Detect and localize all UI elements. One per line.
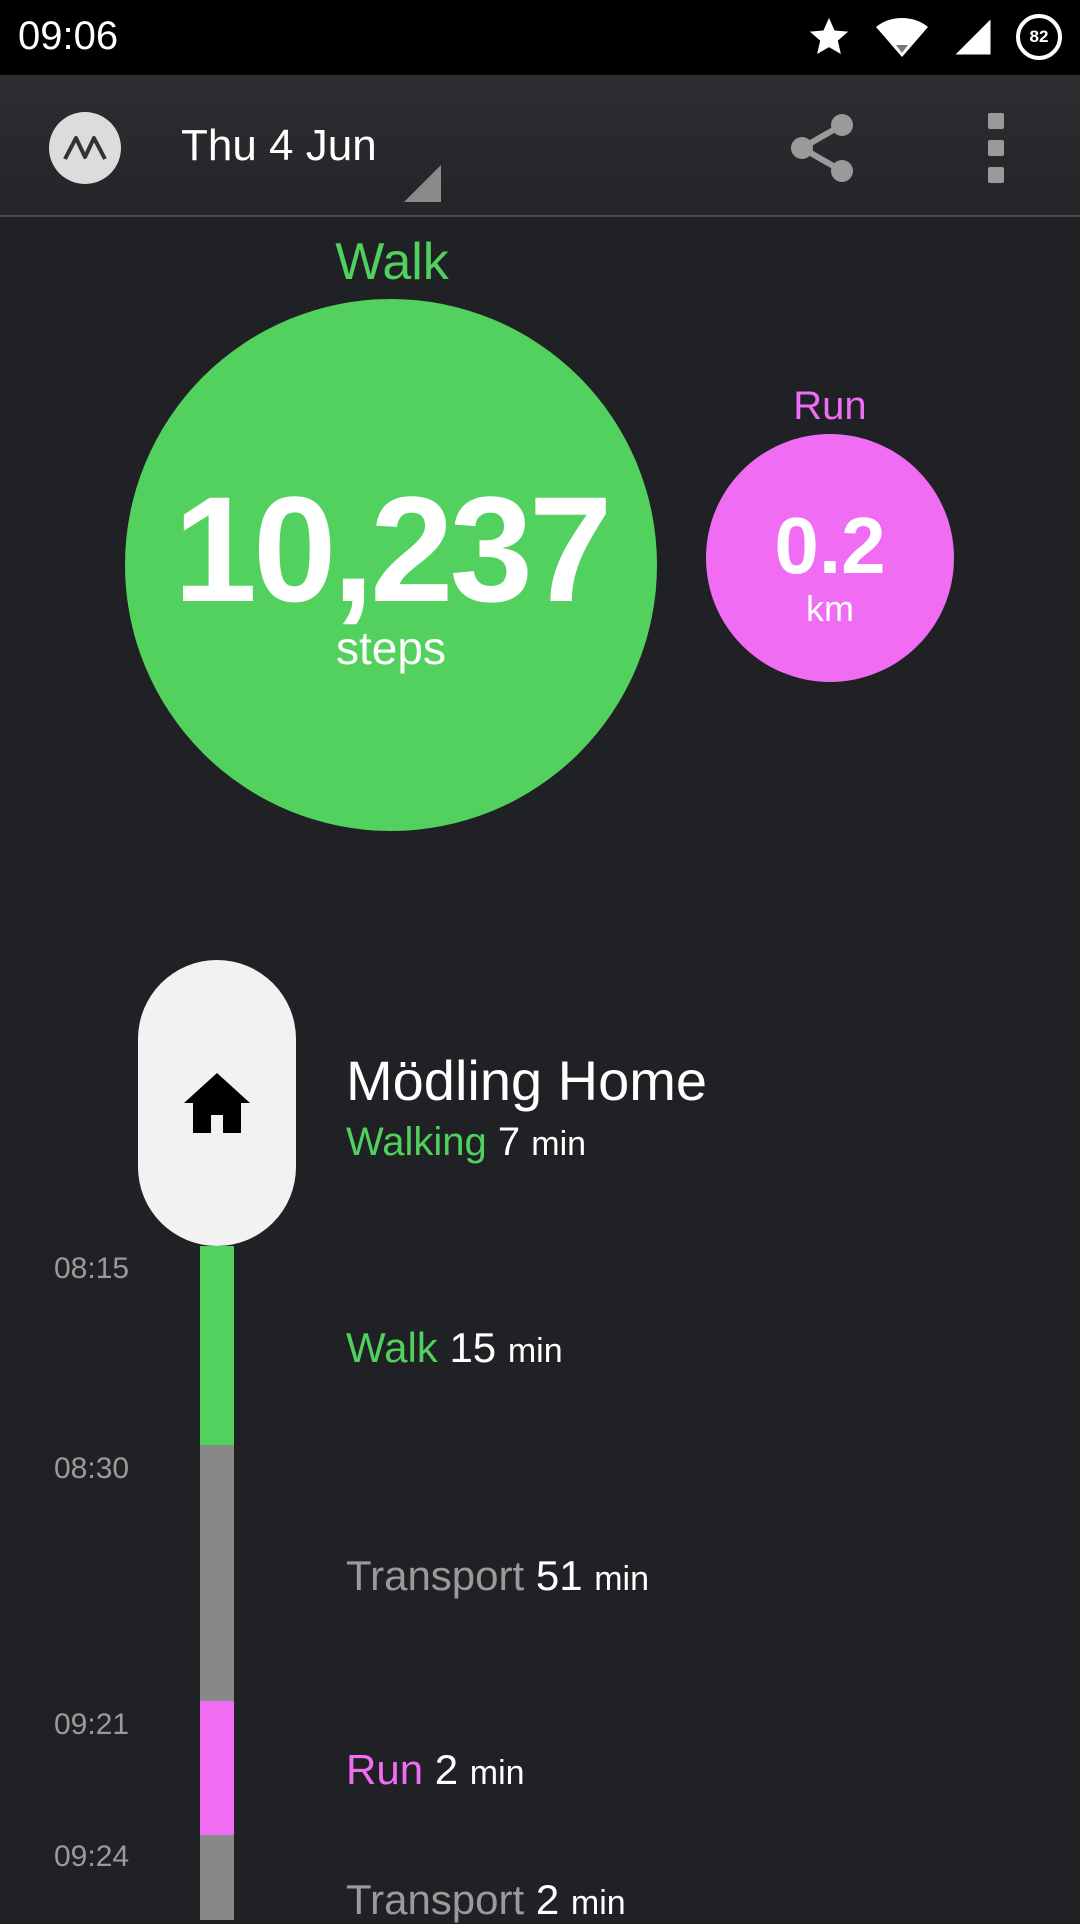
timeline-segment-walk[interactable] — [200, 1246, 234, 1445]
battery-icon: 82 — [1016, 14, 1062, 60]
activity-duration: 15 — [449, 1324, 497, 1371]
place-activity: Walking 7 min — [346, 1120, 586, 1165]
status-time: 09:06 — [18, 14, 119, 58]
walk-summary-bubble[interactable]: 10,237 steps — [125, 299, 657, 831]
run-distance-unit: km — [806, 588, 854, 629]
run-summary-title: Run — [793, 384, 867, 428]
run-distance-value: 0.2 — [774, 501, 886, 590]
place-duration-unit: min — [531, 1125, 587, 1163]
app-logo-icon[interactable] — [49, 112, 121, 184]
place-marker[interactable] — [138, 960, 296, 1246]
activity-label: Transport — [346, 1552, 525, 1599]
home-icon — [184, 1073, 250, 1133]
activity-duration: 2 — [434, 1746, 459, 1793]
activity-item-transport[interactable]: Transport 2 min — [346, 1876, 626, 1924]
activity-duration: 51 — [535, 1552, 583, 1599]
walk-summary-title: Walk — [335, 233, 449, 291]
activity-label: Walk — [346, 1324, 438, 1371]
timeline-time: 09:21 — [54, 1708, 130, 1741]
activity-duration-unit: min — [594, 1560, 650, 1598]
activity-duration-unit: min — [469, 1754, 525, 1792]
activity-item-transport[interactable]: Transport 51 min — [346, 1552, 649, 1600]
walk-steps-unit: steps — [336, 622, 446, 674]
status-bar: 09:06 82 — [0, 0, 1080, 75]
overflow-menu-icon[interactable] — [978, 113, 1014, 183]
activity-label: Run — [346, 1746, 424, 1793]
place-mode: Walking — [346, 1120, 487, 1164]
activity-item-run[interactable]: Run 2 min — [346, 1746, 525, 1794]
timeline-time: 08:15 — [54, 1252, 130, 1285]
status-icons: 82 — [806, 12, 1062, 62]
timeline-segment-transport[interactable] — [200, 1835, 234, 1920]
app-bar: Thu 4 Jun — [0, 75, 1080, 217]
run-summary-bubble[interactable]: 0.2 km — [706, 434, 954, 682]
star-icon — [809, 17, 849, 55]
walk-steps-value: 10,237 — [173, 465, 613, 633]
signal-icon — [955, 19, 991, 55]
activity-item-walk[interactable]: Walk 15 min — [346, 1324, 563, 1372]
date-selector[interactable]: Thu 4 Jun — [181, 121, 377, 171]
share-button[interactable] — [784, 109, 862, 187]
activity-duration: 2 — [535, 1876, 560, 1923]
activity-label: Transport — [346, 1876, 525, 1923]
timeline-segment-transport[interactable] — [200, 1445, 234, 1701]
share-icon — [791, 114, 853, 182]
timeline-segment-run[interactable] — [200, 1701, 234, 1835]
place-name[interactable]: Mödling Home — [346, 1048, 707, 1113]
timeline-time: 08:30 — [54, 1452, 130, 1485]
activity-duration-unit: min — [507, 1332, 563, 1370]
activity-duration-unit: min — [570, 1884, 626, 1922]
timeline-time: 09:24 — [54, 1840, 130, 1873]
wifi-icon — [876, 18, 928, 57]
dropdown-caret-icon[interactable] — [404, 165, 441, 202]
place-duration: 7 — [497, 1120, 521, 1164]
